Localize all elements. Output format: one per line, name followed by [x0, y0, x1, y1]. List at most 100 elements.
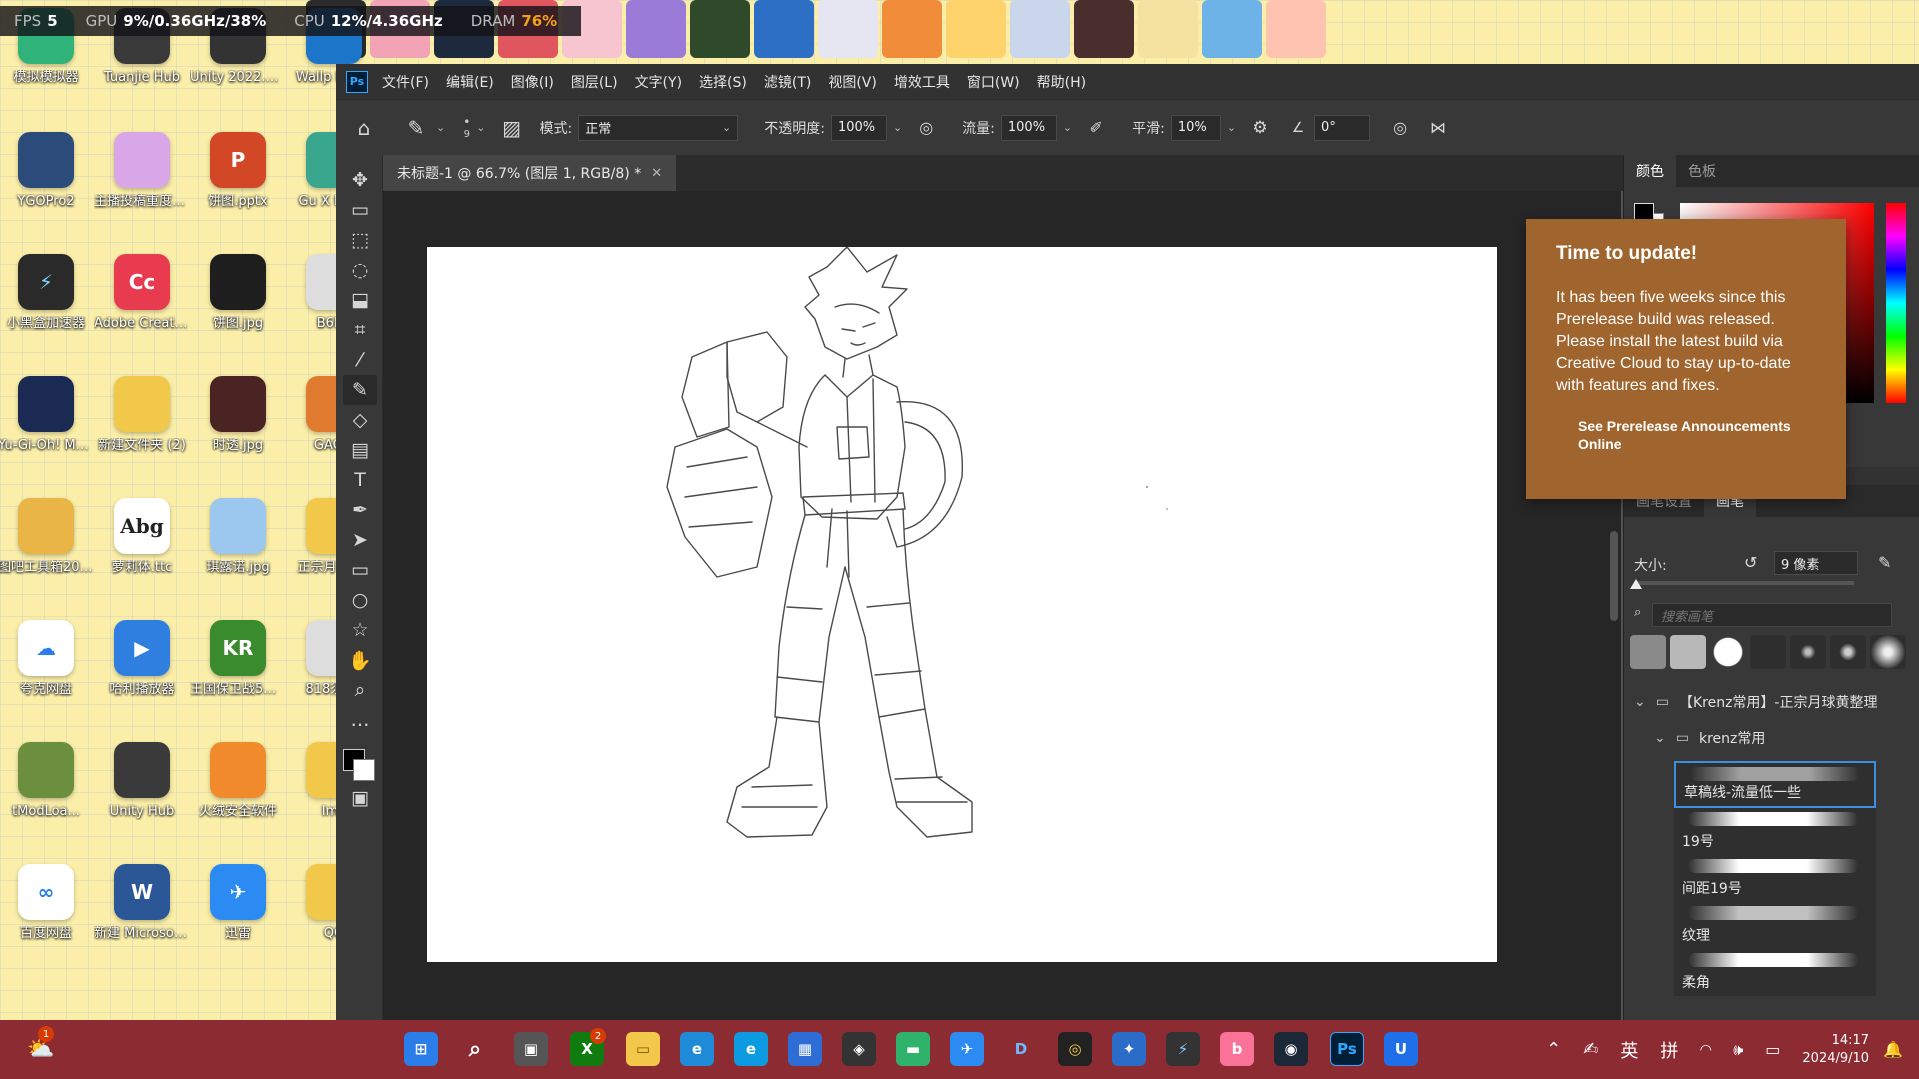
- document-canvas[interactable]: [427, 247, 1497, 962]
- pen-icon[interactable]: ✍: [1583, 1039, 1598, 1060]
- wifi-icon[interactable]: ◜◝: [1700, 1042, 1711, 1058]
- home-icon[interactable]: ⌂: [350, 114, 378, 142]
- desktop-icon-toolbox[interactable]: 图吧工具箱2024: [0, 492, 94, 604]
- brush-item[interactable]: 19号: [1674, 808, 1876, 855]
- ellipse-tool-icon[interactable]: ○: [343, 585, 377, 615]
- unity-hub-icon[interactable]: ◈: [842, 1032, 876, 1066]
- search-icon[interactable]: ⌕: [458, 1032, 492, 1066]
- cs-icon[interactable]: ✦: [1112, 1032, 1146, 1066]
- brush-preset[interactable]: [1790, 635, 1826, 669]
- scrollbar-thumb[interactable]: [1610, 531, 1618, 621]
- type-tool-icon[interactable]: T: [343, 465, 377, 495]
- volume-icon[interactable]: 🕪: [1733, 1040, 1743, 1060]
- menu-layer[interactable]: 图层(L): [571, 72, 618, 92]
- brush-size-slider[interactable]: [1630, 579, 1854, 589]
- move-tool-icon[interactable]: ✥: [343, 165, 377, 195]
- close-icon[interactable]: ✕: [651, 166, 662, 181]
- file-explorer-icon[interactable]: ▭: [626, 1032, 660, 1066]
- slider-knob[interactable]: [1630, 579, 1642, 589]
- chat-app-icon[interactable]: ▬: [896, 1032, 930, 1066]
- eyedropper-tool-icon[interactable]: ⁄: [343, 345, 377, 375]
- photoshop-taskbar-icon[interactable]: Ps: [1330, 1032, 1364, 1066]
- chevron-down-icon[interactable]: ⌄: [1227, 121, 1236, 134]
- chevron-down-icon[interactable]: ⌄: [893, 121, 902, 134]
- gear-icon[interactable]: ⚙: [1246, 114, 1274, 142]
- symmetry-butterfly-icon[interactable]: ⋈: [1424, 114, 1452, 142]
- menu-plugins[interactable]: 增效工具: [894, 72, 950, 92]
- desktop-icon-unity-hub[interactable]: Unity Hub: [94, 736, 190, 848]
- menu-select[interactable]: 选择(S): [699, 72, 747, 92]
- game-icon[interactable]: ◎: [1058, 1032, 1092, 1066]
- desktop-icon-folder-streamer[interactable]: 主播投稿重度依赖: [94, 126, 190, 238]
- brush-subgroup-krenz[interactable]: ⌄ ▭ krenz常用: [1654, 725, 1765, 751]
- chevron-down-icon[interactable]: ⌄: [476, 121, 485, 134]
- chevron-up-icon[interactable]: ⌃: [1546, 1039, 1561, 1060]
- ime-language[interactable]: 英: [1620, 1037, 1638, 1063]
- desktop-icon-pie-jpg[interactable]: 饼图.jpg: [190, 248, 286, 360]
- screen-mode-icon[interactable]: ▣: [343, 783, 377, 813]
- edge-icon[interactable]: e: [734, 1032, 768, 1066]
- brush-preset[interactable]: [1870, 635, 1906, 669]
- hue-slider[interactable]: [1886, 203, 1906, 403]
- xunlei-icon[interactable]: ✈: [950, 1032, 984, 1066]
- steam-icon[interactable]: ◉: [1274, 1032, 1308, 1066]
- angle-input[interactable]: 0°: [1314, 114, 1371, 141]
- menu-edit[interactable]: 编辑(E): [446, 72, 494, 92]
- brush-tool-preset-icon[interactable]: ✎: [402, 114, 430, 142]
- brush-group-krenz[interactable]: ⌄ ▭ 【Krenz常用】-正宗月球黄整理: [1634, 689, 1877, 715]
- new-brush-icon[interactable]: ✎: [1878, 553, 1891, 572]
- desktop-icon-new-folder-2[interactable]: 新建文件夹 (2): [94, 370, 190, 482]
- desktop-icon-cirno-jpg[interactable]: 琪露诺.jpg: [190, 492, 286, 604]
- desktop-icon-xunlei[interactable]: ✈ 迅雷: [190, 858, 286, 970]
- brush-item[interactable]: 草稿线-流量低一些: [1674, 761, 1876, 808]
- more-tools-icon[interactable]: …: [343, 705, 377, 735]
- hand-tool-icon[interactable]: ✋: [343, 645, 377, 675]
- pressure-opacity-icon[interactable]: ◎: [912, 114, 940, 142]
- brush-tool-icon[interactable]: ✎: [343, 375, 377, 405]
- brush-preset[interactable]: [1710, 635, 1746, 669]
- canvas-area[interactable]: [383, 191, 1621, 1020]
- menu-image[interactable]: 图像(I): [511, 72, 554, 92]
- tab-color[interactable]: 颜色: [1624, 155, 1676, 187]
- brush-item[interactable]: 柔角: [1674, 949, 1876, 996]
- brush-size-picker[interactable]: • 9: [463, 115, 470, 140]
- notification-bell-icon[interactable]: 🔔: [1883, 1040, 1903, 1059]
- artboard-tool-icon[interactable]: ▭: [343, 195, 377, 225]
- pressure-size-icon[interactable]: ◎: [1386, 114, 1414, 142]
- gradient-tool-icon[interactable]: ▤: [343, 435, 377, 465]
- brush-item[interactable]: 间距19号: [1674, 855, 1876, 902]
- brush-search-input[interactable]: 搜索画笔: [1652, 603, 1892, 627]
- d-app-icon[interactable]: D: [1004, 1032, 1038, 1066]
- rectangle-tool-icon[interactable]: ▭: [343, 555, 377, 585]
- mode-select[interactable]: 正常 ⌄: [578, 114, 739, 141]
- desktop-icon-tmodloader[interactable]: tModLoa...: [0, 736, 94, 848]
- brush-size-input[interactable]: 9 像素: [1774, 551, 1858, 575]
- heybox-icon[interactable]: ⚡: [1166, 1032, 1200, 1066]
- desktop-icon-kingdom-rush-5[interactable]: KR王国保卫战5：联盟: [190, 614, 286, 726]
- path-select-tool-icon[interactable]: ➤: [343, 525, 377, 555]
- zoom-tool-icon[interactable]: ⌕: [343, 675, 377, 705]
- menu-filter[interactable]: 滤镜(T): [764, 72, 811, 92]
- shape-tool-icon[interactable]: ☆: [343, 615, 377, 645]
- lasso-tool-icon[interactable]: ◌: [343, 255, 377, 285]
- menu-file[interactable]: 文件(F): [382, 72, 429, 92]
- menu-view[interactable]: 视图(V): [828, 72, 877, 92]
- desktop-icon-quark-drive[interactable]: ☁ 夸克网盘: [0, 614, 94, 726]
- desktop-icon-pptx[interactable]: P 饼图.pptx: [190, 126, 286, 238]
- desktop-icon-font-ttc[interactable]: Abg 萝莉体.ttc: [94, 492, 190, 604]
- menu-type[interactable]: 文字(Y): [635, 72, 682, 92]
- desktop-icon-shitou-jpg[interactable]: 时透.jpg: [190, 370, 286, 482]
- smoothing-input[interactable]: 10%: [1170, 114, 1221, 141]
- desktop-icon-master-duel[interactable]: Yu-Gi-Oh! Master Duel: [0, 370, 94, 482]
- pen-tool-icon[interactable]: ✒: [343, 495, 377, 525]
- desktop-icon-word-doc[interactable]: W 新建 Microsoft...: [94, 858, 190, 970]
- brush-preset[interactable]: [1830, 635, 1866, 669]
- security-app-icon[interactable]: U: [1384, 1032, 1418, 1066]
- desktop-icon-ygopro2[interactable]: YGOPro2: [0, 126, 94, 238]
- clock[interactable]: 14:17 2024/9/10: [1802, 1032, 1869, 1068]
- desktop-icon-huorong[interactable]: 火绒安全软件: [190, 736, 286, 848]
- airbrush-icon[interactable]: ✐: [1082, 114, 1110, 142]
- battery-icon[interactable]: ▭: [1765, 1040, 1780, 1059]
- edge-dev-icon[interactable]: e: [680, 1032, 714, 1066]
- prerelease-announcements-link[interactable]: See Prerelease Announcements Online: [1578, 417, 1816, 453]
